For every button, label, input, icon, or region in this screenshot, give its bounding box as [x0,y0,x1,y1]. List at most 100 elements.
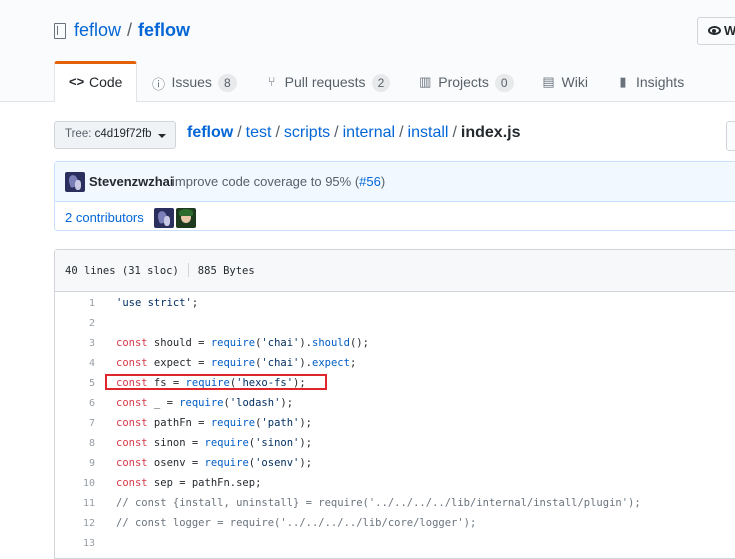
repo-nav-tabs: <> Code ⓘ Issues 8 ⑂ Pull requests 2 ▥ P… [54,61,698,102]
contributor-avatar[interactable] [154,208,174,228]
tab-label: Wiki [561,74,588,90]
pull-requests-counter: 2 [371,74,391,92]
line-number[interactable]: 9 [55,458,95,469]
tab-wiki[interactable]: ▤ Wiki [528,61,602,101]
tab-code[interactable]: <> Code [54,61,138,102]
tab-label: Insights [635,74,685,90]
line-number[interactable]: 5 [55,378,95,389]
commit-message[interactable]: improve code coverage to 95% (#56) [172,174,385,189]
code-line: 13 [55,533,735,553]
repo-owner-link[interactable]: feflow [74,20,121,41]
code-line: 4 const expect = require('chai').expect; [55,353,735,373]
code-listing: 1 'use strict'; 2 3 const should = require('… [55,293,735,553]
breadcrumb-separator: / [399,124,404,141]
line-number[interactable]: 7 [55,418,95,429]
code-text: 'use strict'; [116,297,199,309]
line-number[interactable]: 3 [55,338,95,349]
line-number[interactable]: 2 [55,318,95,329]
pull-request-icon: ⑂ [267,74,276,89]
code-text: const expect = require('chai').expect; [116,357,357,369]
breadcrumb-test[interactable]: test [246,124,272,141]
tab-issues[interactable]: ⓘ Issues 8 [137,61,250,101]
tab-label: Pull requests [284,74,366,90]
branch-prefix: Tree: [65,128,92,140]
code-text: const sep = pathFn.sep; [116,477,262,489]
tab-label: Issues [171,74,212,90]
line-number[interactable]: 10 [55,478,95,489]
code-icon: <> [69,74,85,89]
line-number[interactable]: 8 [55,438,95,449]
tab-insights[interactable]: ▮ Insights [602,61,698,101]
branch-select-button[interactable]: Tree: c4d19f72fb [54,121,176,149]
line-number[interactable]: 4 [55,358,95,369]
breadcrumb-file: index.js [460,124,521,141]
file-info-divider [187,263,189,277]
code-line: 10 const sep = pathFn.sep; [55,473,735,493]
breadcrumb-root[interactable]: feflow [187,124,233,141]
breadcrumb: feflow / test / scripts / internal / install / ind… [187,124,520,142]
eye-icon [708,26,721,35]
issues-counter: 8 [217,74,237,92]
line-number[interactable]: 6 [55,398,95,409]
line-number[interactable]: 13 [55,538,95,549]
author-avatar[interactable] [65,172,85,192]
repo-name-link[interactable]: feflow [138,20,190,41]
commit-pr-link[interactable]: #56 [359,174,381,189]
highlight-annotation-box [105,374,327,390]
code-line: 6 const _ = require('lodash'); [55,393,735,413]
watch-button[interactable]: W [697,17,735,45]
commit-message-text: improve code coverage to 95% ( [172,174,360,189]
contributor-avatar[interactable] [176,208,196,228]
code-text: const sinon = require('sinon'); [116,437,313,449]
line-number[interactable]: 11 [55,498,95,509]
code-text: const _ = require('lodash'); [116,397,294,409]
tab-pull-requests[interactable]: ⑂ Pull requests 2 [251,61,405,101]
commit-message-close: ) [380,174,386,189]
code-line: 8 const sinon = require('sinon'); [55,433,735,453]
issue-icon: ⓘ [151,77,165,92]
tab-label: Code [89,74,123,90]
code-text: const osenv = require('osenv'); [116,457,313,469]
breadcrumb-separator: / [452,124,457,141]
commit-tease: Stevenzwzhai improve code coverage to 95… [54,161,735,231]
file-size: 885 Bytes [197,265,255,277]
breadcrumb-scripts[interactable]: scripts [284,124,330,141]
code-line: 1 'use strict'; [55,293,735,313]
branch-value: c4d19f72fb [94,128,152,140]
code-line: 12 // const logger = require('../../../..… [55,513,735,533]
repo-title: feflow / feflow [54,20,190,41]
code-text: // const {install, uninstall} = require(… [116,497,641,509]
code-text: // const logger = require('../../../../l… [116,517,477,529]
tab-label: Projects [438,74,489,90]
latest-commit-row: Stevenzwzhai improve code coverage to 95… [55,162,735,202]
code-line: 9 const osenv = require('osenv'); [55,453,735,473]
tab-projects[interactable]: ▥ Projects 0 [404,61,527,101]
chevron-down-icon [158,134,166,138]
graph-icon: ▮ [619,74,627,89]
repo-title-separator: / [127,20,133,40]
repo-header: feflow / feflow W <> Code ⓘ Issues 8 ⑂ P… [0,0,735,102]
line-number[interactable]: 12 [55,518,95,529]
file-info: 40 lines (31 sloc) 885 Bytes [65,263,255,277]
watch-label: W [724,23,735,38]
code-line: 7 const pathFn = require('path'); [55,413,735,433]
line-number[interactable]: 1 [55,298,95,309]
breadcrumb-separator: / [334,124,339,141]
code-line: 2 [55,313,735,333]
find-file-button[interactable] [726,121,735,151]
code-text: const should = require('chai').should(); [116,337,369,349]
code-text: const pathFn = require('path'); [116,417,313,429]
code-line: 3 const should = require('chai').should()… [55,333,735,353]
file-header: 40 lines (31 sloc) 885 Bytes [55,250,735,292]
projects-counter: 0 [494,74,514,92]
breadcrumb-internal[interactable]: internal [343,124,395,141]
commit-author-link[interactable]: Stevenzwzhai [89,174,174,189]
breadcrumb-separator: / [275,124,280,141]
breadcrumb-install[interactable]: install [408,124,449,141]
code-line: 11 // const {install, uninstall} = requir… [55,493,735,513]
project-icon: ▥ [419,74,432,89]
repo-icon [54,22,66,39]
contributors-link[interactable]: 2 contributors [65,210,144,225]
wiki-icon: ▤ [542,74,555,89]
file-viewer: 40 lines (31 sloc) 885 Bytes 1 'use strict… [54,249,735,559]
